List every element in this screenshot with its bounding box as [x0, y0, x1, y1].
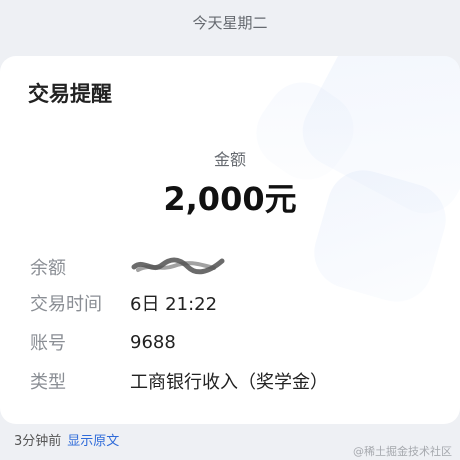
- date-header: 今天星期二: [192, 13, 268, 32]
- type-label: 类型: [30, 372, 66, 393]
- account-value: 9688: [130, 331, 176, 353]
- balance-redacted-scribble: [130, 251, 226, 284]
- detail-row-time: 交易时间 6日 21:22: [30, 288, 217, 318]
- amount-value: 2,000元: [163, 180, 297, 218]
- transaction-notification-card[interactable]: 交易提醒 金额 2,000元 余额 交易时间 6日 21:22 账号 9688 …: [0, 56, 460, 424]
- time-ago: 3分钟前: [14, 434, 62, 449]
- detail-row-account: 账号 9688: [30, 327, 176, 357]
- card-footer: 3分钟前 显示原文: [14, 430, 119, 449]
- type-value: 工商银行收入（奖学金）: [130, 372, 328, 393]
- balance-label: 余额: [30, 258, 66, 279]
- card-title: 交易提醒: [28, 82, 112, 106]
- transaction-time-label: 交易时间: [30, 294, 102, 315]
- detail-row-balance: 余额: [30, 252, 226, 282]
- detail-row-type: 类型 工商银行收入（奖学金）: [30, 366, 328, 396]
- watermark: @稀土掘金技术社区: [353, 445, 452, 458]
- show-original-link[interactable]: 显示原文: [67, 434, 119, 449]
- transaction-time-value: 6日 21:22: [130, 294, 218, 315]
- account-label: 账号: [30, 333, 66, 354]
- amount-label: 金额: [213, 150, 246, 169]
